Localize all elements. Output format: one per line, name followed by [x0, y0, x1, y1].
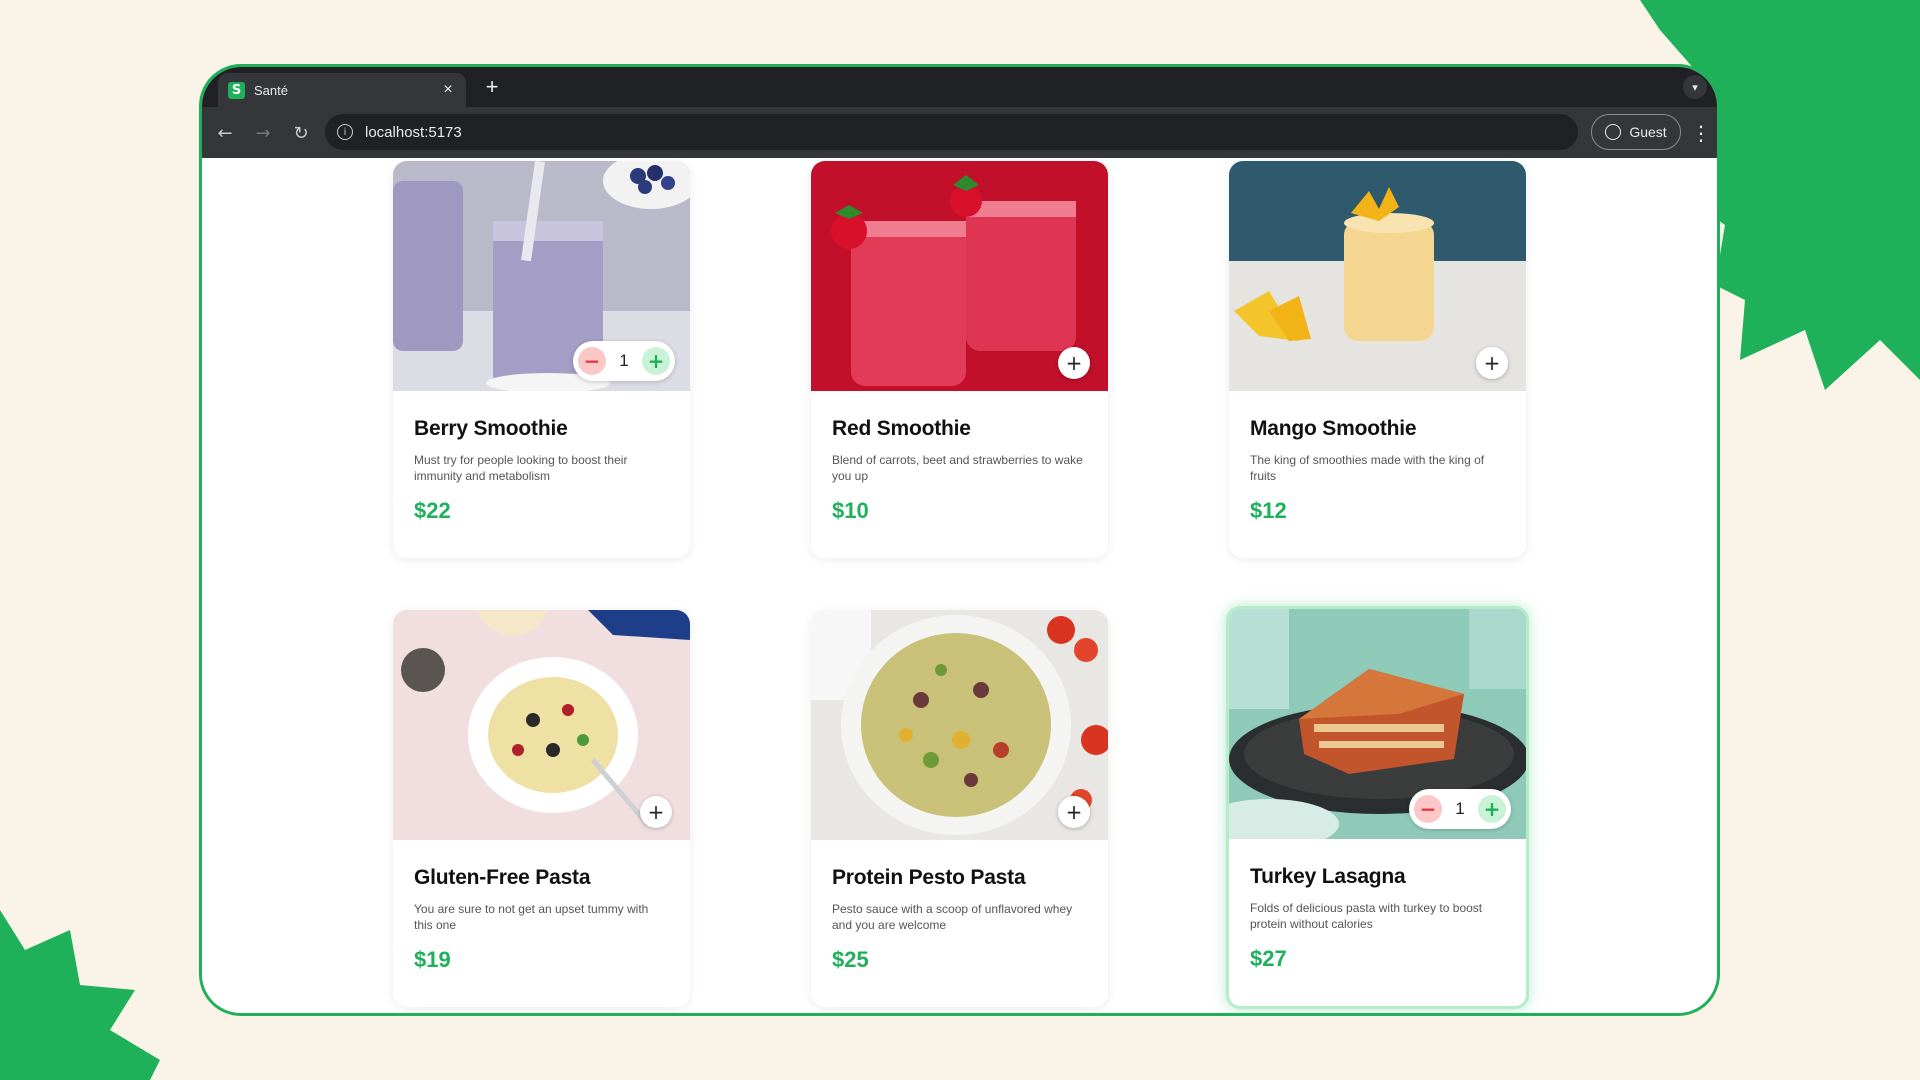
lasagna-image: − 1 +: [1229, 609, 1526, 839]
product-price: $10: [832, 498, 869, 523]
product-name: Turkey Lasagna: [1250, 865, 1406, 888]
decorative-burst-bottom-left: [0, 910, 180, 1080]
product-description: Pesto sauce with a scoop of unflavored w…: [832, 902, 1073, 932]
tab-search-chevron-icon[interactable]: ▾: [1683, 75, 1707, 99]
tab-bar: S Santé × + ▾: [202, 67, 1717, 107]
product-name: Berry Smoothie: [414, 417, 568, 440]
berry-smoothie-image: − 1 +: [393, 161, 690, 391]
url-text: localhost:5173: [365, 123, 462, 141]
pesto-pasta-image: +: [811, 610, 1108, 840]
product-description: The king of smoothies made with the king…: [1250, 453, 1485, 483]
decrease-quantity-button[interactable]: −: [578, 347, 606, 375]
product-description: Folds of delicious pasta with turkey to …: [1250, 901, 1483, 931]
decrease-quantity-button[interactable]: −: [1414, 795, 1442, 823]
new-tab-button[interactable]: +: [478, 73, 506, 101]
tab-title: Santé: [254, 82, 288, 98]
browser-toolbar: ← → ↻ i localhost:5173 Guest ⋮: [202, 107, 1717, 158]
browser-tab[interactable]: S Santé ×: [218, 73, 466, 107]
product-description: You are sure to not get an upset tummy w…: [414, 902, 649, 932]
browser-menu-icon[interactable]: ⋮: [1691, 120, 1711, 146]
site-info-icon[interactable]: i: [337, 124, 353, 140]
red-smoothie-image: +: [811, 161, 1108, 391]
guest-profile-button[interactable]: Guest: [1591, 114, 1681, 150]
add-to-cart-button[interactable]: +: [640, 796, 672, 828]
product-card[interactable]: + Protein Pesto Pasta Pesto sauce with a…: [811, 610, 1108, 1007]
browser-window: S Santé × + ▾ ← → ↻ i localhost:5173 Gue…: [199, 64, 1720, 1016]
address-bar[interactable]: i localhost:5173: [325, 114, 1578, 150]
guest-label: Guest: [1629, 124, 1667, 140]
favicon-icon: S: [228, 81, 245, 99]
product-name: Mango Smoothie: [1250, 417, 1417, 440]
product-name: Red Smoothie: [832, 417, 971, 440]
forward-arrow-icon[interactable]: →: [250, 120, 276, 146]
product-card[interactable]: − 1 + Turkey Lasagna Folds of delicious …: [1226, 606, 1529, 1009]
pasta-salad-image: +: [393, 610, 690, 840]
quantity-value: 1: [619, 351, 629, 370]
quantity-value: 1: [1455, 799, 1465, 818]
product-price: $27: [1250, 946, 1287, 971]
product-card[interactable]: + Mango Smoothie The king of smoothies m…: [1229, 161, 1526, 558]
product-card[interactable]: + Red Smoothie Blend of carrots, beet an…: [811, 161, 1108, 558]
product-price: $25: [832, 947, 869, 972]
product-name: Protein Pesto Pasta: [832, 866, 1026, 889]
quantity-stepper: − 1 +: [1409, 789, 1511, 829]
back-arrow-icon[interactable]: ←: [212, 120, 238, 146]
product-price: $22: [414, 498, 451, 523]
mango-smoothie-image: +: [1229, 161, 1526, 391]
product-description: Must try for people looking to boost the…: [414, 453, 628, 483]
product-price: $12: [1250, 498, 1287, 523]
reload-icon[interactable]: ↻: [288, 120, 314, 146]
add-to-cart-button[interactable]: +: [1058, 796, 1090, 828]
product-price: $19: [414, 947, 451, 972]
product-description: Blend of carrots, beet and strawberries …: [832, 453, 1083, 483]
add-to-cart-button[interactable]: +: [1058, 347, 1090, 379]
increase-quantity-button[interactable]: +: [642, 347, 670, 375]
increase-quantity-button[interactable]: +: [1478, 795, 1506, 823]
quantity-stepper: − 1 +: [573, 341, 675, 381]
add-to-cart-button[interactable]: +: [1476, 347, 1508, 379]
product-card[interactable]: + Gluten-Free Pasta You are sure to not …: [393, 610, 690, 1007]
profile-icon: [1605, 124, 1622, 140]
product-card[interactable]: − 1 + Berry Smoothie Must try for people…: [393, 161, 690, 558]
tab-close-icon[interactable]: ×: [440, 81, 456, 99]
product-name: Gluten-Free Pasta: [414, 866, 591, 889]
page-viewport: − 1 + Berry Smoothie Must try for people…: [202, 158, 1717, 1013]
